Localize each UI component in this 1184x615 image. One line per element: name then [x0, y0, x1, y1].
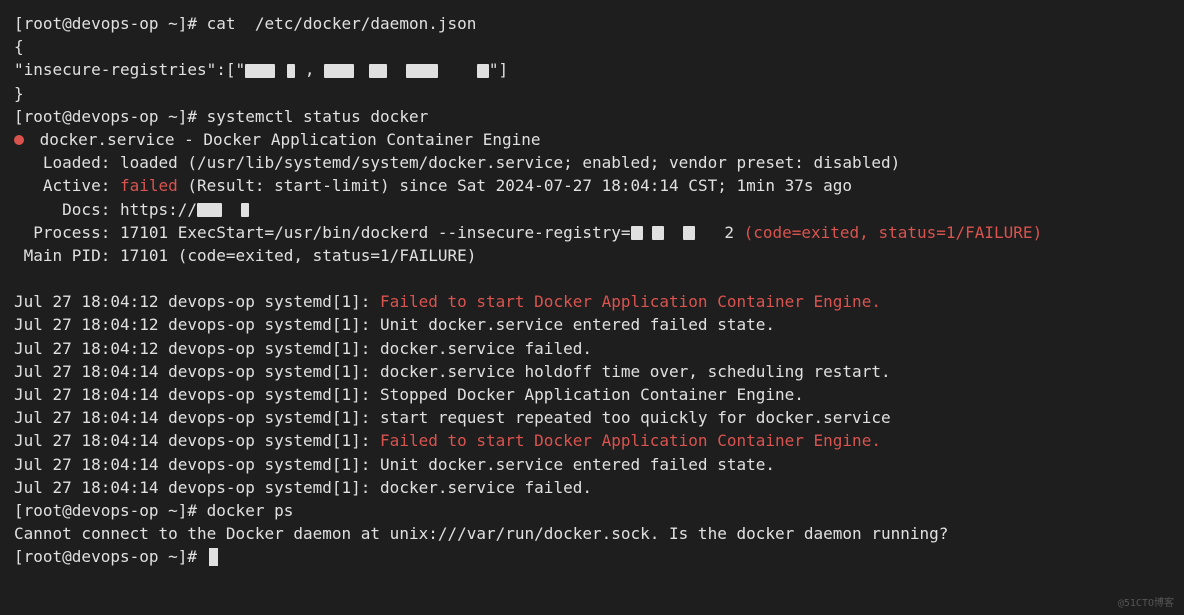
service-name: docker.service - Docker Application Cont…: [30, 130, 541, 149]
output-text: [222, 200, 241, 219]
active-rest: (Result: start-limit) since Sat 2024-07-…: [178, 176, 852, 195]
redacted-gap: [354, 64, 369, 78]
log-line: Jul 27 18:04:12 devops-op systemd[1]: do…: [14, 337, 1170, 360]
redacted-text: [324, 64, 354, 78]
process-label: Process: 17101 ExecStart=/usr/bin/docker…: [14, 223, 631, 242]
docs-line: Docs: https://: [14, 198, 1170, 221]
command-line: [root@devops-op ~]# systemctl status doc…: [14, 105, 1170, 128]
output-text: [438, 60, 477, 79]
active-line: Active: failed (Result: start-limit) sin…: [14, 174, 1170, 197]
log-line: Jul 27 18:04:12 devops-op systemd[1]: Fa…: [14, 290, 1170, 313]
command-line: [root@devops-op ~]# docker ps: [14, 499, 1170, 522]
redacted-text: [241, 203, 249, 217]
output-line: {: [14, 35, 1170, 58]
log-line: Jul 27 18:04:12 devops-op systemd[1]: Un…: [14, 313, 1170, 336]
command-line: [root@devops-op ~]# cat /etc/docker/daem…: [14, 12, 1170, 35]
terminal-output[interactable]: [root@devops-op ~]# cat /etc/docker/daem…: [14, 12, 1170, 569]
status-dot-icon: [14, 135, 24, 145]
cursor-icon: [209, 548, 218, 566]
error-line: Cannot connect to the Docker daemon at u…: [14, 522, 1170, 545]
loaded-line: Loaded: loaded (/usr/lib/systemd/system/…: [14, 151, 1170, 174]
output-text: ,: [295, 60, 324, 79]
redacted-text: [406, 64, 438, 78]
output-text: [387, 60, 406, 79]
process-error: (code=exited, status=1/FAILURE): [744, 223, 1043, 242]
mainpid-line: Main PID: 17101 (code=exited, status=1/F…: [14, 244, 1170, 267]
prompt-text: [root@devops-op ~]#: [14, 547, 207, 566]
output-line: }: [14, 82, 1170, 105]
active-status: failed: [120, 176, 178, 195]
redacted-text: [197, 203, 222, 217]
log-line: Jul 27 18:04:14 devops-op systemd[1]: Un…: [14, 453, 1170, 476]
log-line: Jul 27 18:04:14 devops-op systemd[1]: do…: [14, 476, 1170, 499]
output-line: "insecure-registries":[" , "]: [14, 58, 1170, 81]
output-text: [643, 223, 653, 242]
redacted-text: [631, 226, 643, 240]
json-key: "insecure-registries":[": [14, 60, 245, 79]
process-rest: 2: [724, 223, 743, 242]
active-label: Active:: [14, 176, 120, 195]
redacted-text: [652, 226, 664, 240]
prompt-line: [root@devops-op ~]#: [14, 545, 1170, 568]
blank-line: [14, 267, 1170, 290]
redacted-text: [683, 226, 695, 240]
log-line: Jul 27 18:04:14 devops-op systemd[1]: do…: [14, 360, 1170, 383]
log-line: Jul 27 18:04:14 devops-op systemd[1]: St…: [14, 383, 1170, 406]
log-line: Jul 27 18:04:14 devops-op systemd[1]: st…: [14, 406, 1170, 429]
redacted-text: [287, 64, 295, 78]
log-error-msg: Failed to start Docker Application Conta…: [380, 292, 881, 311]
log-error-msg: Failed to start Docker Application Conta…: [380, 431, 881, 450]
watermark: @51CTO博客: [1118, 597, 1174, 612]
log-prefix: Jul 27 18:04:14 devops-op systemd[1]:: [14, 431, 380, 450]
json-end: "]: [489, 60, 508, 79]
log-prefix: Jul 27 18:04:12 devops-op systemd[1]:: [14, 292, 380, 311]
redacted-gap: [275, 64, 287, 78]
output-text: [664, 223, 683, 242]
redacted-text: [477, 64, 489, 78]
docs-label: Docs: https://: [14, 200, 197, 219]
output-text: [695, 223, 724, 242]
service-header: docker.service - Docker Application Cont…: [14, 128, 1170, 151]
log-line: Jul 27 18:04:14 devops-op systemd[1]: Fa…: [14, 429, 1170, 452]
redacted-text: [245, 64, 275, 78]
redacted-text: [369, 64, 387, 78]
process-line: Process: 17101 ExecStart=/usr/bin/docker…: [14, 221, 1170, 244]
